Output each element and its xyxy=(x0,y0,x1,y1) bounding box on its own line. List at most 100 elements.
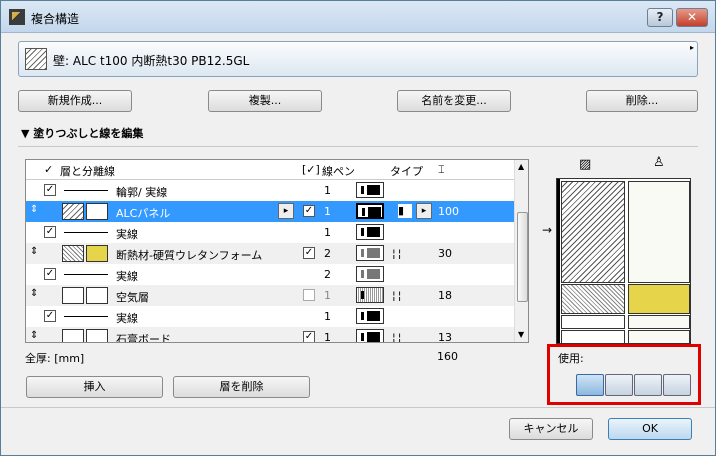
type-arrow-icon[interactable]: ▸ xyxy=(416,203,432,219)
table-row[interactable]: ⇕ 断熱材-硬質ウレタンフォーム ✓ 2 ¦¦ 30 xyxy=(26,243,516,264)
help-button[interactable]: ? xyxy=(647,8,673,27)
pen-swatch[interactable] xyxy=(356,224,384,240)
row-name: 輪郭/ 実線 xyxy=(116,186,168,199)
fill-swatch[interactable] xyxy=(62,245,84,262)
line-sample xyxy=(64,190,108,191)
header-layers: 層と分離線 xyxy=(60,165,115,178)
slab-usage-icon[interactable] xyxy=(605,374,633,396)
color-swatch[interactable] xyxy=(86,329,108,342)
ok-button[interactable]: OK xyxy=(608,418,692,440)
row-pen: 1 xyxy=(324,205,331,218)
pen-swatch[interactable] xyxy=(356,182,384,198)
shell-usage-icon[interactable] xyxy=(663,374,691,396)
preview-air-color xyxy=(628,315,690,329)
row-name: 実線 xyxy=(116,228,138,241)
row-checkbox[interactable]: ✓ xyxy=(44,310,56,322)
roof-usage-icon[interactable] xyxy=(634,374,662,396)
core-checkbox[interactable]: ✓ xyxy=(303,205,315,217)
move-handle-icon[interactable]: ⇕ xyxy=(30,246,38,257)
total-thickness-label: 全厚: [mm] xyxy=(25,352,85,365)
structure-preview xyxy=(556,178,691,344)
hatch-icon: ▨ xyxy=(579,157,592,172)
row-name: 実線 xyxy=(116,312,138,325)
move-handle-icon[interactable]: ⇕ xyxy=(30,288,38,299)
color-swatch[interactable] xyxy=(86,203,108,220)
row-checkbox[interactable]: ✓ xyxy=(44,184,56,196)
core-checkbox[interactable] xyxy=(303,289,315,301)
move-handle-icon[interactable]: ⇕ xyxy=(30,204,38,215)
preview-gypsum-color xyxy=(628,330,690,343)
pen-swatch[interactable] xyxy=(356,308,384,324)
type-dashed[interactable]: ¦¦ xyxy=(392,331,403,342)
color-swatch[interactable] xyxy=(86,287,108,304)
header-pen: 線ペン xyxy=(322,165,355,178)
footer-divider xyxy=(1,407,715,408)
preview-air-layer xyxy=(561,315,625,329)
app-icon xyxy=(9,9,25,25)
header-core: [✓] xyxy=(302,163,320,176)
close-button[interactable]: ✕ xyxy=(676,8,708,27)
row-name: 実線 xyxy=(116,270,138,283)
row-thickness: 30 xyxy=(438,247,452,260)
type-dashed[interactable]: ¦¦ xyxy=(392,289,403,302)
pen-swatch[interactable] xyxy=(356,329,384,342)
table-row[interactable]: ✓ 実線 1 xyxy=(26,222,516,243)
wall-usage-icon[interactable] xyxy=(576,374,604,396)
preview-alc-color xyxy=(628,181,690,283)
scroll-up-icon[interactable]: ▲ xyxy=(518,162,524,171)
rename-button[interactable]: 名前を変更... xyxy=(397,90,511,112)
row-checkbox[interactable]: ✓ xyxy=(44,226,56,238)
row-pen: 1 xyxy=(324,331,331,343)
preview-insulation-layer xyxy=(561,284,625,314)
cancel-button[interactable]: キャンセル xyxy=(509,418,593,440)
pen-swatch[interactable] xyxy=(356,203,384,219)
table-row[interactable]: ⇕ 空気層 1 ¦¦ 18 xyxy=(26,285,516,306)
reference-arrow-icon: → xyxy=(542,223,553,237)
fill-swatch[interactable] xyxy=(62,329,84,342)
row-thickness: 18 xyxy=(438,289,452,302)
row-name: 空気層 xyxy=(116,291,149,304)
fill-arrow-icon[interactable]: ▸ xyxy=(278,203,294,219)
section-title[interactable]: ▼ 塗りつぶしと線を編集 xyxy=(21,125,143,141)
header-type: タイプ xyxy=(390,165,423,178)
vertical-scrollbar[interactable]: ▲ ▼ xyxy=(514,160,528,342)
pen-swatch[interactable] xyxy=(356,266,384,282)
table-row[interactable]: ✓ 輪郭/ 実線 1 xyxy=(26,180,516,201)
core-checkbox[interactable]: ✓ xyxy=(303,331,315,342)
type-dashed[interactable]: ¦¦ xyxy=(392,247,403,260)
fill-swatch[interactable] xyxy=(62,287,84,304)
table-row[interactable]: ⇕ 石膏ボード ✓ 1 ¦¦ 13 xyxy=(26,327,516,343)
new-button[interactable]: 新規作成... xyxy=(18,90,132,112)
dialog-window: 複合構造 ? ✕ 壁: ALC t100 内断熱t30 PB12.5GL ▸ 新… xyxy=(0,0,716,456)
title-bar: 複合構造 ? ✕ xyxy=(1,1,715,33)
core-checkbox[interactable]: ✓ xyxy=(303,247,315,259)
type-swatch[interactable]: ▮ xyxy=(398,204,412,218)
table-row[interactable]: ⇕ ALCパネル ✓ 1 ▮ ▸ 100 ▸ xyxy=(26,201,516,222)
row-checkbox[interactable]: ✓ xyxy=(44,268,56,280)
row-thickness: 100 xyxy=(438,205,459,218)
fill-swatch[interactable] xyxy=(62,203,84,220)
pen-swatch[interactable] xyxy=(356,287,384,303)
window-title: 複合構造 xyxy=(31,12,80,26)
scroll-thumb[interactable] xyxy=(517,212,528,302)
line-sample xyxy=(64,232,108,233)
composite-selector[interactable]: 壁: ALC t100 内断熱t30 PB12.5GL ▸ xyxy=(18,41,698,77)
table-row[interactable]: ✓ 実線 2 xyxy=(26,264,516,285)
row-pen: 1 xyxy=(324,310,331,323)
table-row[interactable]: ✓ 実線 1 xyxy=(26,306,516,327)
row-pen: 1 xyxy=(324,289,331,302)
delete-button[interactable]: 削除... xyxy=(586,90,698,112)
expand-arrow-icon[interactable]: ▸ xyxy=(690,43,694,52)
row-pen: 1 xyxy=(324,184,331,197)
usage-label: 使用: xyxy=(558,352,584,365)
duplicate-button[interactable]: 複製... xyxy=(208,90,322,112)
scroll-down-icon[interactable]: ▼ xyxy=(518,330,524,339)
reference-line xyxy=(557,179,560,343)
header-thickness-icon: ⌶ xyxy=(438,163,445,176)
pen-swatch[interactable] xyxy=(356,245,384,261)
row-pen: 1 xyxy=(324,226,331,239)
delete-layer-button[interactable]: 層を削除 xyxy=(173,376,310,398)
move-handle-icon[interactable]: ⇕ xyxy=(30,330,38,341)
color-swatch[interactable] xyxy=(86,245,108,262)
insert-button[interactable]: 挿入 xyxy=(26,376,163,398)
